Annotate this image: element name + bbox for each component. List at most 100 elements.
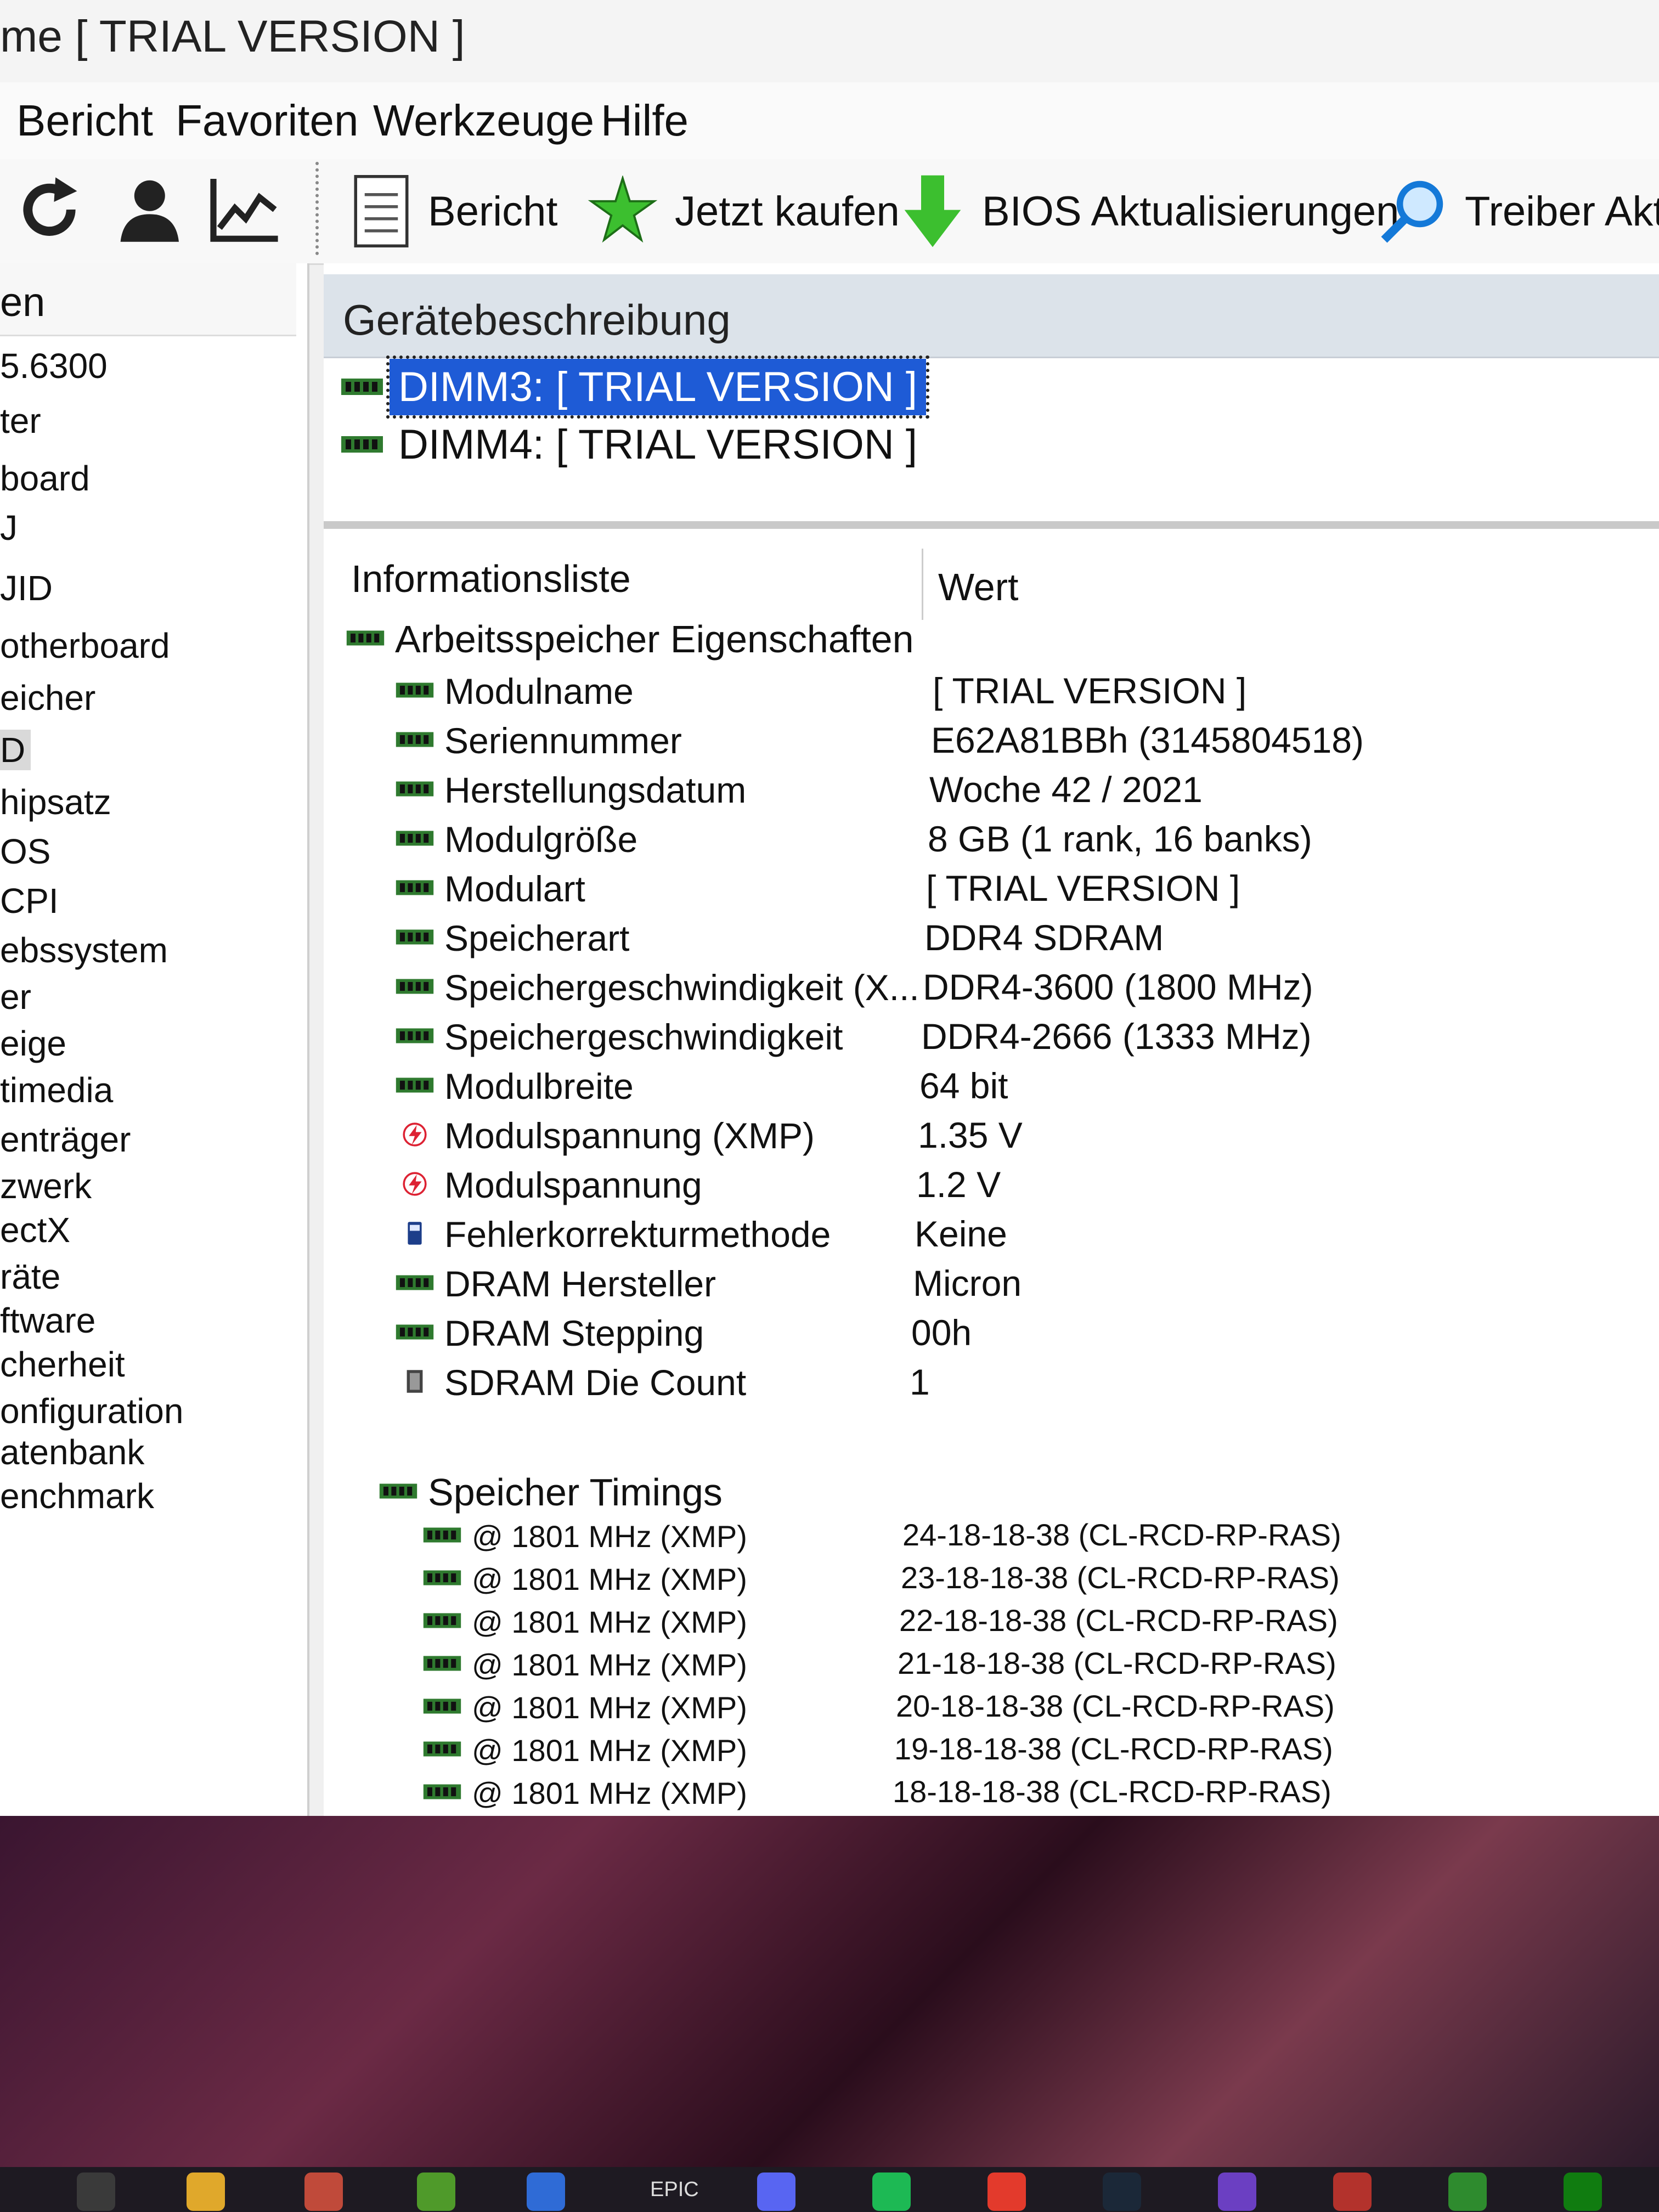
- app-icon[interactable]: [1218, 2172, 1256, 2211]
- info-row[interactable]: SDRAM Die Count: [395, 1358, 746, 1407]
- sidebar-item[interactable]: er: [0, 977, 31, 1017]
- sidebar-item[interactable]: ftware: [0, 1300, 95, 1341]
- row-label: Speicherart: [444, 918, 630, 958]
- info-row[interactable]: Modulspannung (XMP): [395, 1111, 815, 1160]
- info-row[interactable]: Seriennummer: [395, 716, 682, 765]
- chart-icon[interactable]: [206, 171, 283, 248]
- sidebar-item[interactable]: hipsatz: [0, 782, 111, 822]
- app-icon[interactable]: [527, 2172, 565, 2211]
- buy-now-button[interactable]: Jetzt kaufen: [587, 170, 900, 252]
- discord-icon[interactable]: [757, 2172, 795, 2211]
- app-icon[interactable]: [1448, 2172, 1487, 2211]
- column-separator[interactable]: [922, 549, 923, 620]
- sidebar-item[interactable]: enträger: [0, 1119, 131, 1160]
- sidebar-tree: en 5.6300 ter board J JID otherboard eic…: [0, 263, 309, 1816]
- info-row[interactable]: Modulgröße: [395, 815, 637, 864]
- row-value: 21-18-18-38 (CL-RCD-RP-RAS): [898, 1646, 1336, 1680]
- folder-icon[interactable]: [187, 2172, 225, 2211]
- group-memory-timings[interactable]: Speicher Timings: [379, 1468, 723, 1517]
- memory-icon: [341, 436, 383, 453]
- taskbar: EPIC: [0, 2167, 1659, 2212]
- sidebar-item[interactable]: ectX: [0, 1210, 70, 1250]
- app-icon[interactable]: [77, 2172, 115, 2211]
- sidebar-item[interactable]: 5.6300: [0, 346, 108, 386]
- sidebar-item[interactable]: eige: [0, 1023, 66, 1064]
- timing-row[interactable]: @ 1801 MHz (XMP): [422, 1768, 747, 1816]
- info-row[interactable]: Speichergeschwindigkeit: [395, 1012, 843, 1062]
- bios-updates-button[interactable]: BIOS Aktualisierungen: [900, 170, 1399, 252]
- info-row[interactable]: Speicherart: [395, 913, 630, 963]
- device-item-dimm4[interactable]: DIMM4: [ TRIAL VERSION ]: [340, 414, 926, 475]
- device-label: DIMM4: [ TRIAL VERSION ]: [398, 421, 917, 468]
- sidebar-item[interactable]: board: [0, 458, 90, 499]
- timing-row[interactable]: @ 1801 MHz (XMP): [422, 1640, 747, 1689]
- row-label: Arbeitsspeicher Eigenschaften: [395, 618, 914, 661]
- menu-bericht[interactable]: Bericht: [16, 95, 153, 146]
- column-header-value[interactable]: Wert: [938, 565, 1019, 609]
- sidebar-item[interactable]: enchmark: [0, 1476, 154, 1516]
- row-label: Speicher Timings: [428, 1471, 723, 1514]
- sidebar-item[interactable]: timedia: [0, 1070, 113, 1110]
- info-row[interactable]: Modulbreite: [395, 1062, 634, 1111]
- timing-row[interactable]: @ 1801 MHz (XMP): [422, 1554, 747, 1604]
- refresh-icon[interactable]: [11, 171, 88, 248]
- device-item-dimm3[interactable]: DIMM3: [ TRIAL VERSION ]: [340, 355, 929, 419]
- row-value: 1.35 V: [918, 1115, 1023, 1155]
- device-label: DIMM3: [ TRIAL VERSION ]: [386, 355, 929, 419]
- info-row[interactable]: DRAM Stepping: [395, 1308, 704, 1358]
- sidebar-item[interactable]: CPI: [0, 881, 59, 921]
- column-header-info[interactable]: Informationsliste: [351, 557, 631, 601]
- row-label: DRAM Hersteller: [444, 1263, 716, 1304]
- info-row[interactable]: Modulspannung: [395, 1160, 702, 1210]
- sidebar-item[interactable]: räte: [0, 1256, 60, 1297]
- driver-updates-button[interactable]: Treiber Aktua: [1377, 170, 1659, 252]
- sidebar-item[interactable]: J: [0, 507, 18, 548]
- row-value: 8 GB (1 rank, 16 banks): [928, 819, 1312, 859]
- info-row[interactable]: Modulname: [395, 667, 634, 716]
- sidebar-item-selected[interactable]: D: [0, 730, 31, 770]
- sidebar-item[interactable]: zwerk: [0, 1166, 92, 1206]
- row-label: Modulgröße: [444, 819, 638, 860]
- sidebar-item[interactable]: otherboard: [0, 625, 170, 666]
- info-row[interactable]: Modulart: [395, 864, 585, 913]
- sidebar-item[interactable]: cherheit: [0, 1344, 125, 1385]
- splitter[interactable]: [324, 521, 1659, 529]
- report-button[interactable]: Bericht: [351, 170, 558, 252]
- timing-row[interactable]: @ 1801 MHz (XMP): [422, 1683, 747, 1732]
- info-row[interactable]: Speichergeschwindigkeit (X...: [395, 963, 919, 1012]
- sidebar-item[interactable]: ter: [0, 400, 41, 441]
- user-icon[interactable]: [110, 171, 187, 248]
- info-row[interactable]: Fehlerkorrekturmethode: [395, 1210, 831, 1259]
- row-label: @ 1801 MHz (XMP): [472, 1647, 747, 1682]
- store-icon[interactable]: [304, 2172, 343, 2211]
- row-value: [ TRIAL VERSION ]: [926, 868, 1240, 909]
- steam-icon[interactable]: [1103, 2172, 1141, 2211]
- row-value: E62A81BBh (3145804518): [931, 720, 1364, 760]
- xbox-icon[interactable]: [1564, 2172, 1602, 2211]
- sidebar-item[interactable]: atenbank: [0, 1432, 144, 1472]
- timing-row[interactable]: @ 1801 MHz (XMP): [422, 1511, 747, 1561]
- voltage-icon: [395, 1122, 435, 1150]
- sidebar-item[interactable]: ebssystem: [0, 930, 168, 970]
- info-row[interactable]: Herstellungsdatum: [395, 765, 746, 815]
- nvidia-icon[interactable]: [417, 2172, 455, 2211]
- timing-row[interactable]: @ 1801 MHz (XMP): [422, 1725, 747, 1775]
- row-value: 23-18-18-38 (CL-RCD-RP-RAS): [901, 1560, 1340, 1595]
- epic-games-label[interactable]: EPIC: [650, 2178, 699, 2202]
- sidebar-item[interactable]: onfiguration: [0, 1391, 183, 1431]
- app-icon[interactable]: [988, 2172, 1026, 2211]
- sidebar-item[interactable]: OS: [0, 831, 50, 872]
- spotify-icon[interactable]: [872, 2172, 911, 2211]
- menu-werkzeuge[interactable]: Werkzeuge: [373, 95, 594, 146]
- group-memory-properties[interactable]: Arbeitsspeicher Eigenschaften: [346, 614, 914, 664]
- menu-hilfe[interactable]: Hilfe: [601, 95, 689, 146]
- menu-favoriten[interactable]: Favoriten: [176, 95, 358, 146]
- sidebar-item[interactable]: eicher: [0, 678, 95, 718]
- info-row[interactable]: DRAM Hersteller: [395, 1259, 716, 1308]
- app-icon[interactable]: [1333, 2172, 1372, 2211]
- timing-row[interactable]: @ 1801 MHz (XMP): [422, 1597, 747, 1646]
- memory-icon: [422, 1608, 462, 1636]
- memory-icon: [395, 1270, 435, 1298]
- sidebar-item[interactable]: JID: [0, 568, 53, 608]
- toolbar: Bericht Jetzt kaufen BIOS Aktualisierung…: [0, 159, 1659, 265]
